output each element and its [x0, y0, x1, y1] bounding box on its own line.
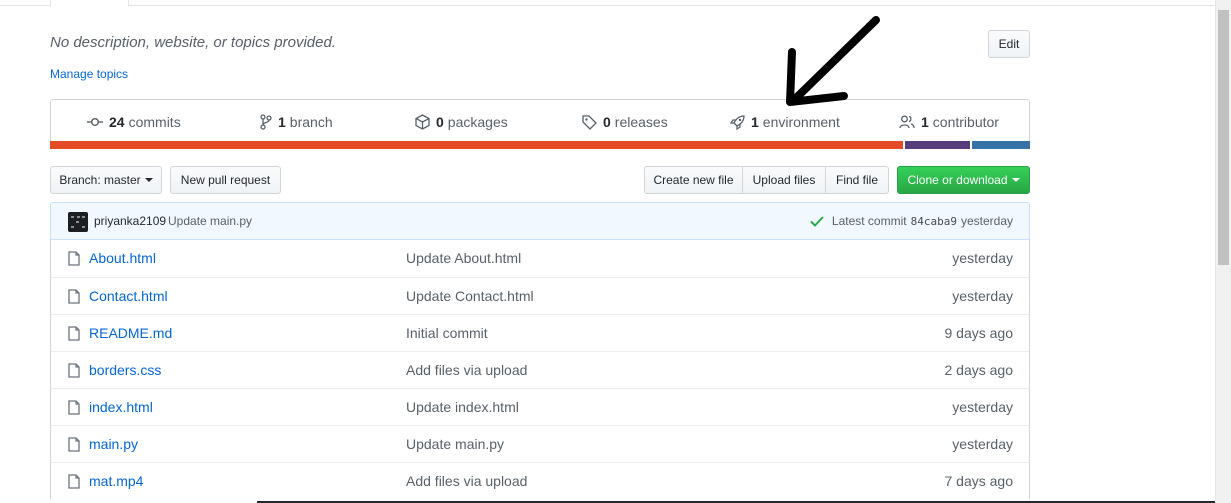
check-icon	[810, 215, 824, 227]
environments-label: environment	[762, 114, 840, 130]
vertical-scrollbar[interactable]	[1215, 0, 1231, 503]
repo-page: No description, website, or topics provi…	[0, 0, 1231, 503]
rocket-icon	[730, 114, 745, 130]
chevron-down-icon	[1011, 178, 1020, 182]
annotation-arrow-icon	[786, 16, 880, 106]
releases-link[interactable]: 0 releases	[582, 113, 668, 131]
file-name-link[interactable]: mat.mp4	[89, 473, 143, 489]
file-name-link[interactable]: main.py	[89, 436, 138, 452]
file-commit-message-link[interactable]: Update About.html	[406, 250, 521, 266]
file-icon	[68, 289, 80, 304]
file-name-link[interactable]: About.html	[89, 250, 156, 266]
branches-link[interactable]: 1 branch	[260, 113, 333, 131]
scrollbar-thumb[interactable]	[1218, 10, 1229, 265]
packages-label: packages	[447, 114, 508, 130]
language-segment[interactable]	[903, 141, 970, 149]
manage-topics-link[interactable]: Manage topics	[50, 67, 128, 81]
table-row: Contact.html Update Contact.html yesterd…	[51, 277, 1029, 314]
commit-time: yesterday	[960, 214, 1013, 228]
package-icon	[415, 114, 430, 130]
file-commit-message-link[interactable]: Update Contact.html	[406, 288, 534, 304]
table-row: About.html Update About.html yesterday	[51, 240, 1029, 277]
commits-count: 24	[109, 114, 125, 130]
file-commit-message-link[interactable]: Update main.py	[406, 436, 504, 452]
file-age: 2 days ago	[944, 362, 1014, 378]
file-age: yesterday	[952, 436, 1013, 452]
file-list: About.html Update About.html yesterday C…	[50, 240, 1030, 499]
file-commit-message-link[interactable]: Update index.html	[406, 399, 519, 415]
contributors-label: contributor	[932, 114, 999, 130]
file-commit-message-link[interactable]: Add files via upload	[406, 362, 527, 378]
file-name-link[interactable]: borders.css	[89, 362, 161, 378]
table-row: borders.css Add files via upload 2 days …	[51, 351, 1029, 388]
create-new-file-button[interactable]: Create new file	[644, 166, 743, 194]
environments-link[interactable]: 1 environment	[730, 113, 840, 131]
file-name-link[interactable]: Contact.html	[89, 288, 168, 304]
repo-description: No description, website, or topics provi…	[50, 34, 336, 51]
file-commit-message-link[interactable]: Add files via upload	[406, 473, 527, 489]
branch-select-label: Branch: master	[59, 173, 141, 187]
clone-or-download-label: Clone or download	[907, 173, 1008, 187]
file-age: 9 days ago	[944, 325, 1014, 341]
releases-label: releases	[614, 114, 668, 130]
table-row: main.py Update main.py yesterday	[51, 425, 1029, 462]
environments-count: 1	[751, 114, 759, 130]
avatar[interactable]	[68, 212, 88, 232]
commit-message-link[interactable]: Update main.py	[168, 214, 252, 228]
chevron-down-icon	[144, 178, 153, 182]
branches-count: 1	[278, 114, 286, 130]
file-commit-message-link[interactable]: Initial commit	[406, 325, 488, 341]
file-icon	[68, 474, 80, 489]
latest-commit-bar: priyanka2109 Update main.py Latest commi…	[50, 202, 1030, 240]
packages-link[interactable]: 0 packages	[415, 113, 508, 131]
file-age: yesterday	[952, 399, 1013, 415]
branch-select-button[interactable]: Branch: master	[50, 166, 162, 194]
upload-files-button[interactable]: Upload files	[742, 166, 826, 194]
table-row: README.md Initial commit 9 days ago	[51, 314, 1029, 351]
language-segment[interactable]	[969, 141, 1030, 149]
commit-author-link[interactable]: priyanka2109	[94, 214, 166, 228]
releases-count: 0	[603, 114, 611, 130]
file-name-link[interactable]: index.html	[89, 399, 153, 415]
commits-label: commits	[128, 114, 181, 130]
edit-description-button[interactable]: Edit	[988, 30, 1030, 58]
commits-link[interactable]: 24 commits	[87, 113, 181, 131]
file-age: 7 days ago	[944, 473, 1014, 489]
language-bar[interactable]	[50, 141, 1030, 149]
file-name-link[interactable]: README.md	[89, 325, 172, 341]
tab-code[interactable]	[50, 0, 129, 6]
contributors-link[interactable]: 1 contributor	[899, 113, 999, 131]
contributors-count: 1	[921, 114, 929, 130]
file-icon	[68, 363, 80, 378]
language-segment[interactable]	[50, 141, 904, 149]
commit-icon	[87, 118, 103, 126]
branches-label: branch	[289, 114, 333, 130]
table-row: index.html Update index.html yesterday	[51, 388, 1029, 425]
tag-icon	[582, 114, 597, 130]
file-icon	[68, 437, 80, 452]
table-row: mat.mp4 Add files via upload 7 days ago	[51, 462, 1029, 499]
file-icon	[68, 251, 80, 266]
tab-underline	[0, 5, 1215, 6]
commit-sha-link[interactable]: 84caba9	[911, 215, 957, 228]
latest-commit-prefix: Latest commit	[831, 214, 907, 228]
people-icon	[899, 115, 915, 129]
latest-commit-info: Latest commit 84caba9 yesterday	[810, 214, 1013, 228]
file-age: yesterday	[952, 250, 1013, 266]
new-pull-request-button[interactable]: New pull request	[170, 166, 281, 194]
packages-count: 0	[436, 114, 444, 130]
branch-icon	[260, 114, 272, 130]
clone-or-download-button[interactable]: Clone or download	[897, 166, 1030, 194]
file-age: yesterday	[952, 288, 1013, 304]
find-file-button[interactable]: Find file	[825, 166, 889, 194]
file-icon	[68, 400, 80, 415]
file-icon	[68, 326, 80, 341]
